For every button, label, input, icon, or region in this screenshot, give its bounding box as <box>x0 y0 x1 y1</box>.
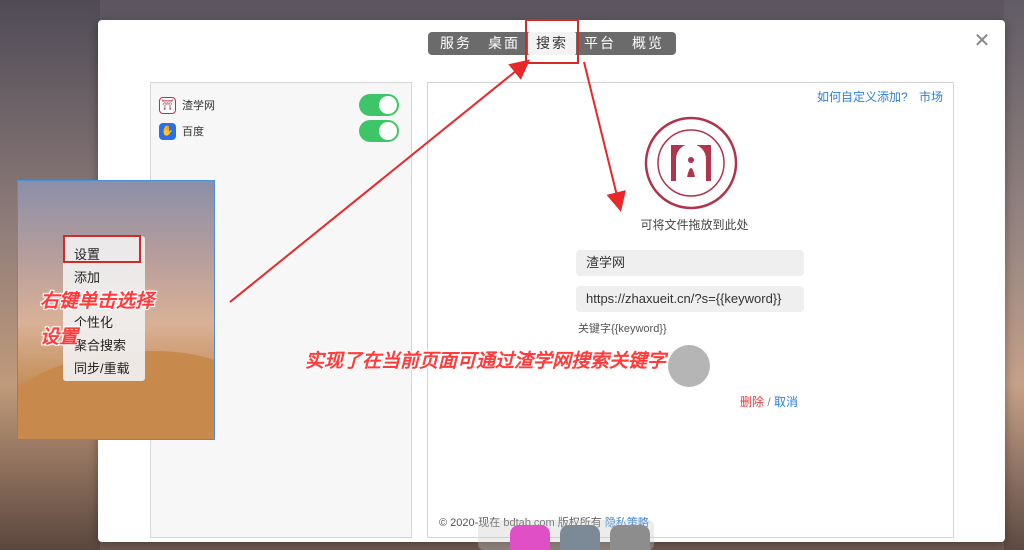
annotation-arrows <box>229 59 626 303</box>
